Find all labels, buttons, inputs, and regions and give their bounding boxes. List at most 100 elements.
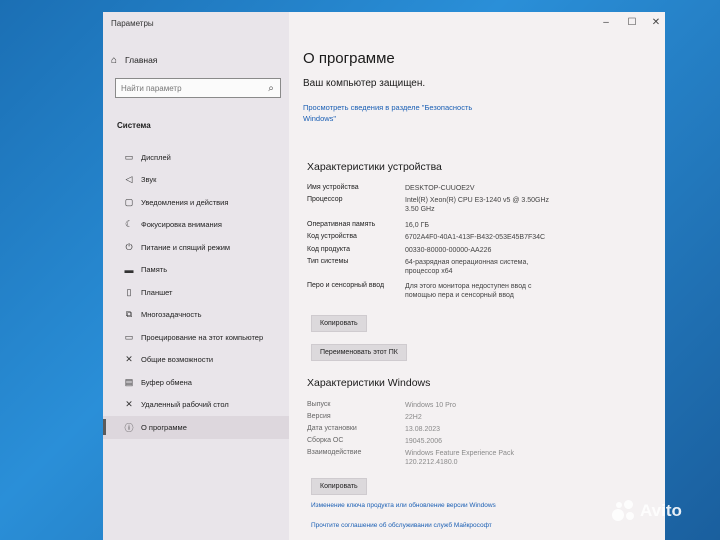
spec-key: Версия xyxy=(307,413,331,420)
spec-key: Код продукта xyxy=(307,246,351,253)
sidebar-item-label: Удаленный рабочий стол xyxy=(141,400,229,410)
home-nav-item[interactable]: ⌂ Главная xyxy=(111,52,157,68)
sidebar-item-label: Проецирование на этот компьютер xyxy=(141,332,264,342)
sidebar-item-storage[interactable]: ▬ Память xyxy=(103,259,289,282)
spec-value: Windows Feature Experience Pack 120.2212… xyxy=(405,450,514,466)
sidebar-item-label: Фокусировка внимания xyxy=(141,220,222,230)
spec-value: 00330-80000-00000-AA226 xyxy=(405,247,492,254)
sidebar-item-remote-desktop[interactable]: ✕ Удаленный рабочий стол xyxy=(103,394,289,417)
sidebar-item-label: Звук xyxy=(141,175,157,185)
protection-status: Ваш компьютер защищен. xyxy=(303,78,426,89)
sidebar-item-multitasking[interactable]: ⧉ Многозадачность xyxy=(103,304,289,327)
copy-device-specs-button[interactable]: Копировать xyxy=(311,315,367,332)
storage-icon: ▬ xyxy=(124,264,134,275)
spec-key: Тип системы xyxy=(307,258,349,265)
device-specs-heading: Характеристики устройства xyxy=(307,161,442,173)
spec-key: Код устройства xyxy=(307,233,357,240)
spec-row: Код продукта 00330-80000-00000-AA226 xyxy=(307,246,657,258)
copy-windows-specs-button[interactable]: Копировать xyxy=(311,478,367,495)
projecting-icon: ▭ xyxy=(124,331,134,342)
search-placeholder: Найти параметр xyxy=(121,83,182,93)
search-input[interactable]: Найти параметр ⌕ xyxy=(115,78,281,98)
spec-key: Взаимодействие xyxy=(307,449,362,456)
security-link[interactable]: Просмотреть сведения в разделе "Безопасн… xyxy=(303,102,503,124)
spec-row: Выпуск Windows 10 Pro xyxy=(307,401,657,413)
search-icon[interactable]: ⌕ xyxy=(262,83,280,94)
window-title: Параметры xyxy=(111,19,154,28)
sidebar-item-label: Уведомления и действия xyxy=(141,197,229,207)
spec-value: 19045.2006 xyxy=(405,438,442,445)
display-icon: ▭ xyxy=(124,151,134,162)
sidebar-item-label: Буфер обмена xyxy=(141,377,192,387)
spec-key: Выпуск xyxy=(307,401,331,408)
spec-value: 16,0 ГБ xyxy=(405,222,429,229)
shared-experiences-icon: ✕ xyxy=(125,354,133,365)
sidebar-item-label: Питание и спящий режим xyxy=(141,242,231,252)
sound-icon: ◁ xyxy=(125,174,133,185)
spec-key: Сборка ОС xyxy=(307,437,344,444)
spec-key: Имя устройства xyxy=(307,184,359,191)
sidebar-item-label: Общие возможности xyxy=(141,355,214,365)
service-agreement-link[interactable]: Прочтите соглашение об обслуживании служ… xyxy=(311,522,492,529)
spec-row: Взаимодействие Windows Feature Experience… xyxy=(307,449,657,471)
spec-key: Перо и сенсорный ввод xyxy=(307,282,385,289)
sidebar-item-power[interactable]: ⏻ Питание и спящий режим xyxy=(103,236,289,259)
focus-assist-icon: ☾ xyxy=(124,219,134,230)
close-button[interactable]: ✕ xyxy=(645,16,665,30)
sidebar-item-clipboard[interactable]: ▤ Буфер обмена xyxy=(103,371,289,394)
spec-key: Дата установки xyxy=(307,425,357,432)
spec-value: 22H2 xyxy=(405,414,422,421)
spec-row: Имя устройства DESKTOP-CUUOE2V xyxy=(307,184,657,196)
sidebar-item-tablet[interactable]: ▯ Планшет xyxy=(103,281,289,304)
spec-row: Перо и сенсорный ввод Для этого монитора … xyxy=(307,282,657,306)
change-product-key-link[interactable]: Изменение ключа продукта или обновление … xyxy=(311,502,496,509)
device-specs: Имя устройства DESKTOP-CUUOE2V Процессор I… xyxy=(307,184,657,306)
minimize-button[interactable]: – xyxy=(595,16,617,30)
remote-desktop-icon: ✕ xyxy=(125,399,133,410)
spec-row: Сборка ОС 19045.2006 xyxy=(307,437,657,449)
sidebar-item-projecting[interactable]: ▭ Проецирование на этот компьютер xyxy=(103,326,289,349)
spec-value: 6702A4F0-40A1-413F-B432-053E45B7F34C xyxy=(405,234,546,241)
spec-row: Версия 22H2 xyxy=(307,413,657,425)
sidebar-item-label: Планшет xyxy=(141,287,173,297)
tablet-icon: ▯ xyxy=(126,286,132,297)
main-content: – ☐ ✕ О программе Ваш компьютер защищен.… xyxy=(289,12,665,540)
spec-value: Для этого монитора недоступен ввод с пом… xyxy=(405,283,532,299)
windows-specs-heading: Характеристики Windows xyxy=(307,377,431,389)
sidebar-item-focus-assist[interactable]: ☾ Фокусировка внимания xyxy=(103,214,289,237)
spec-value: 13.08.2023 xyxy=(405,426,441,433)
clipboard-icon: ▤ xyxy=(124,376,134,387)
rename-pc-button[interactable]: Переименовать этот ПК xyxy=(311,344,407,361)
spec-row: Тип системы 64-разрядная операционная сис… xyxy=(307,258,657,282)
sidebar-item-label: Многозадачность xyxy=(141,310,202,320)
sidebar-item-display[interactable]: ▭ Дисплей xyxy=(103,146,289,169)
sidebar-item-label: Дисплей xyxy=(141,152,171,162)
home-label: Главная xyxy=(125,55,158,65)
spec-row: Процессор Intel(R) Xeon(R) CPU E3-1240 v5… xyxy=(307,196,657,221)
avito-watermark: Avito xyxy=(612,500,682,522)
spec-value: Intel(R) Xeon(R) CPU E3-1240 v5 @ 3.50GH… xyxy=(405,197,550,213)
sidebar-item-shared-experiences[interactable]: ✕ Общие возможности xyxy=(103,349,289,372)
avito-logo-icon xyxy=(612,500,636,522)
windows-specs: Выпуск Windows 10 Pro Версия 22H2 Дата уст… xyxy=(307,401,657,471)
sidebar-item-sound[interactable]: ◁ Звук xyxy=(103,169,289,192)
sidebar-item-about[interactable]: ⓘ О программе xyxy=(103,416,289,439)
spec-value: DESKTOP-CUUOE2V xyxy=(405,185,475,192)
maximize-button[interactable]: ☐ xyxy=(621,16,643,30)
sidebar: Параметры ⌂ Главная Найти параметр ⌕ Сис… xyxy=(103,12,289,540)
multitasking-icon: ⧉ xyxy=(125,309,133,320)
section-title: Система xyxy=(117,121,151,130)
page-title: О программе xyxy=(303,50,395,67)
home-icon: ⌂ xyxy=(111,54,118,66)
sidebar-nav: ▭ Дисплей ◁ Звук ▢ Уведомления и действия ☾… xyxy=(103,146,289,439)
settings-window: Параметры ⌂ Главная Найти параметр ⌕ Сис… xyxy=(103,12,665,540)
sidebar-item-label: О программе xyxy=(141,422,187,432)
sidebar-item-notifications[interactable]: ▢ Уведомления и действия xyxy=(103,191,289,214)
spec-row: Дата установки 13.08.2023 xyxy=(307,425,657,437)
sidebar-item-label: Память xyxy=(141,265,168,275)
notifications-icon: ▢ xyxy=(124,196,134,207)
spec-key: Процессор xyxy=(307,196,343,203)
avito-wordmark: Avito xyxy=(640,501,682,520)
spec-value: 64-разрядная операционная система, проце… xyxy=(405,259,529,275)
power-icon: ⏻ xyxy=(125,241,133,252)
